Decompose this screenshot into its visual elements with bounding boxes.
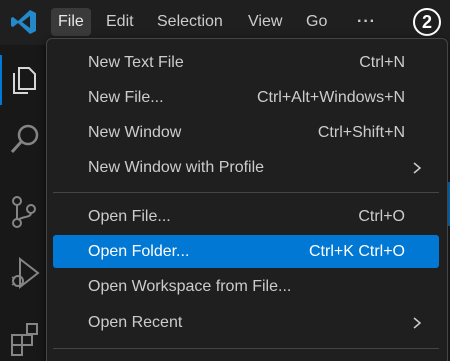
search-icon[interactable] [0,113,48,163]
vscode-logo-icon[interactable] [10,8,38,36]
menubar-view[interactable]: View [241,8,289,36]
menu-item-shortcut: Ctrl+K Ctrl+O [308,243,405,260]
menu-item-new-text-file[interactable]: New Text File Ctrl+N [53,46,439,79]
menu-item-shortcut: Ctrl+N [359,54,405,71]
menu-item-label: Open Folder... [88,243,190,260]
activity-bar [0,45,48,361]
menu-item-shortcut: Ctrl+Alt+Windows+N [256,89,405,106]
menu-item-open-folder[interactable]: Open Folder... Ctrl+K Ctrl+O [53,235,439,268]
menu-item-new-file[interactable]: New File... Ctrl+Alt+Windows+N [53,81,439,114]
menu-item-label: Open Workspace from File... [88,278,292,295]
menu-separator [53,348,439,349]
menu-item-shortcut: Ctrl+Shift+N [317,124,405,141]
menubar-file[interactable]: File [51,8,91,36]
menu-item-open-recent[interactable]: Open Recent [53,306,439,339]
menubar-selection[interactable]: Selection [150,8,230,36]
menu-item-new-window[interactable]: New Window Ctrl+Shift+N [53,116,439,149]
menubar-edit[interactable]: Edit [99,8,141,36]
menubar-go[interactable]: Go [299,8,334,36]
extensions-icon[interactable] [0,311,48,361]
file-menu-dropdown: New Text File Ctrl+N New File... Ctrl+Al… [46,38,448,361]
source-control-icon[interactable] [0,185,48,235]
menu-separator [53,192,439,193]
menubar-more-button[interactable]: ··· [350,8,383,36]
menu-item-open-workspace-from-file[interactable]: Open Workspace from File... [53,270,439,303]
step-number-badge: 2 [413,8,441,36]
run-debug-icon[interactable] [0,245,48,295]
vscode-window: File Edit Selection View Go ··· 2 New Te… [0,0,450,361]
chevron-right-icon [413,162,422,174]
menu-item-label: New Text File [88,54,184,71]
menu-item-label: New File... [88,89,164,106]
menu-item-label: New Window with Profile [88,159,265,176]
menu-item-open-file[interactable]: Open File... Ctrl+O [53,200,439,233]
menu-item-label: New Window [88,124,182,141]
chevron-right-icon [413,317,422,329]
menu-item-label: Open File... [88,208,171,225]
menu-item-new-window-with-profile[interactable]: New Window with Profile [53,151,439,184]
menu-item-label: Open Recent [88,314,183,331]
menu-item-shortcut: Ctrl+O [358,208,405,225]
explorer-icon[interactable] [0,55,48,105]
